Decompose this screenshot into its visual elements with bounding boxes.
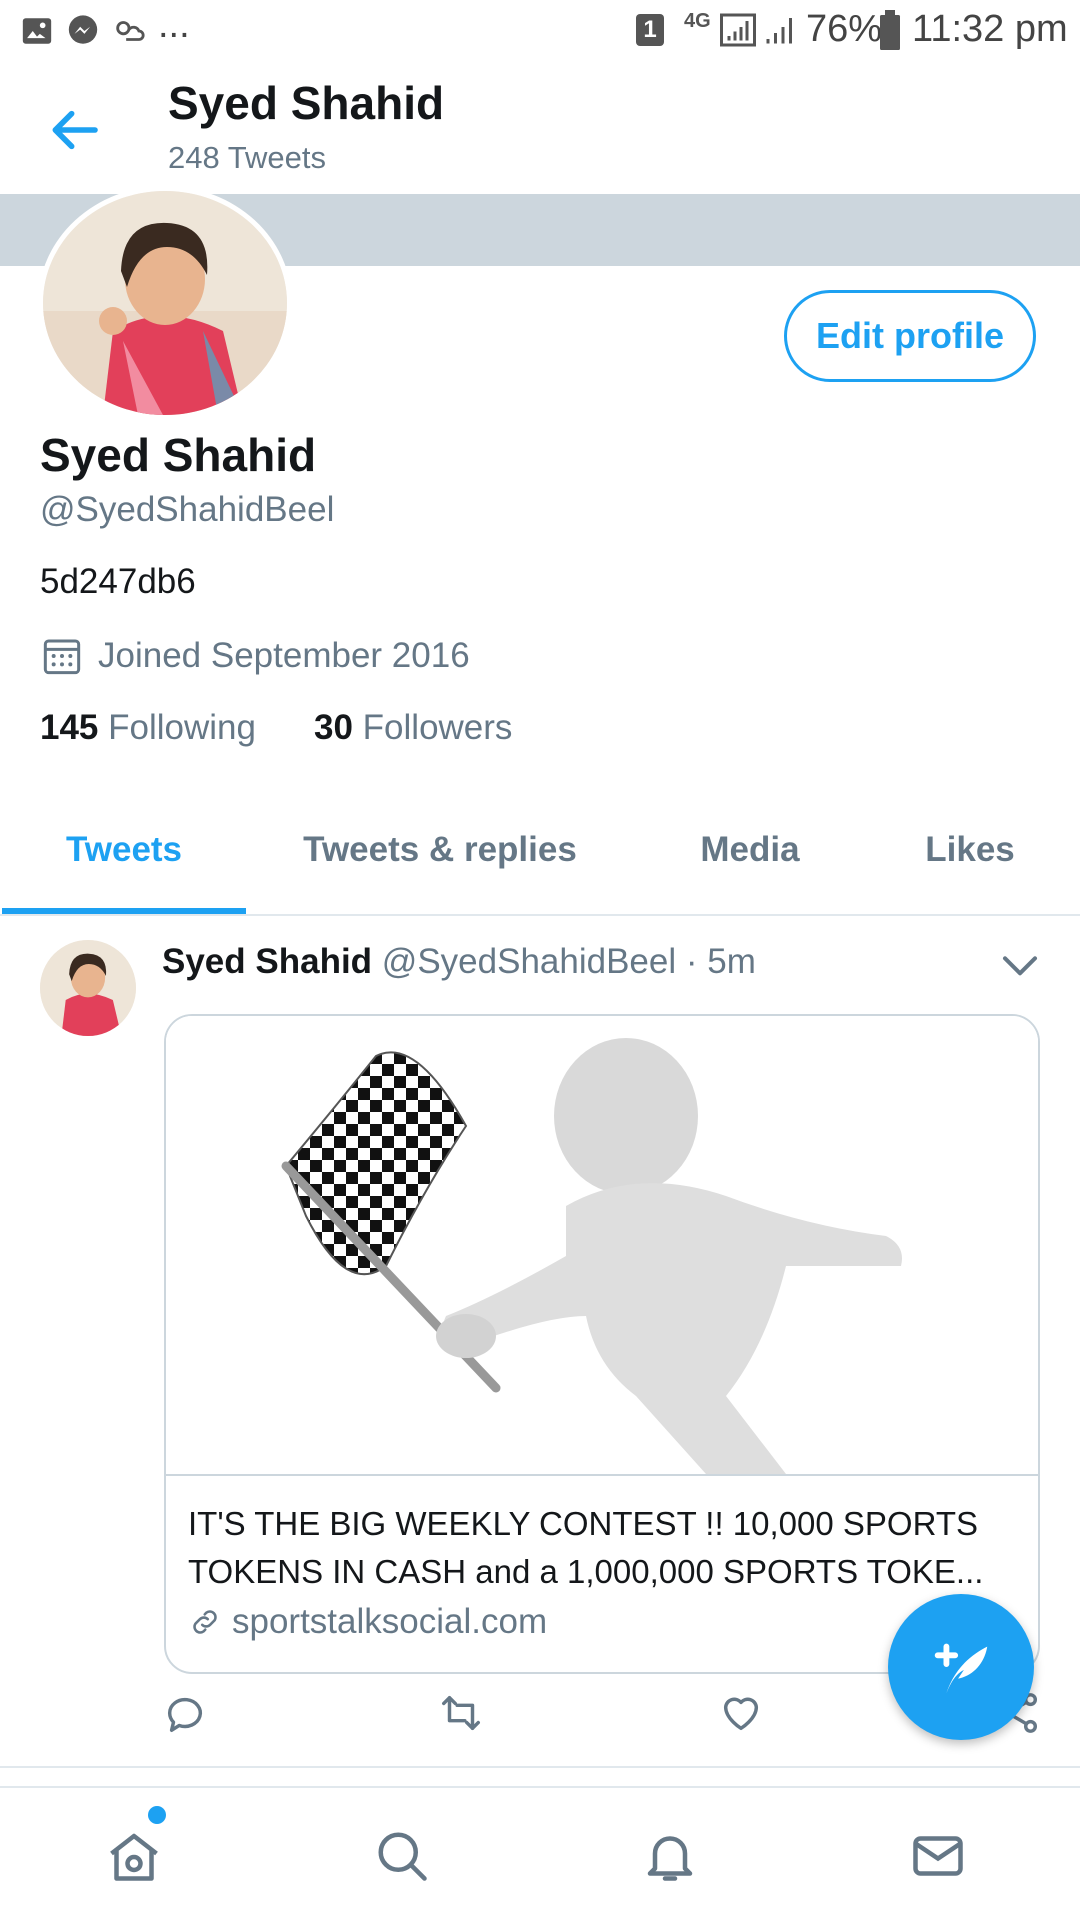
- weather-icon: [116, 21, 145, 41]
- tweet-avatar[interactable]: [40, 940, 136, 1036]
- following-stat[interactable]: 145 Following: [40, 708, 256, 748]
- followers-count: 30: [314, 708, 353, 747]
- followers-stat[interactable]: 30 Followers: [314, 708, 512, 748]
- profile-name: Syed Shahid: [40, 429, 317, 481]
- profile-avatar[interactable]: [38, 186, 292, 420]
- sim-icon: 1: [636, 14, 664, 46]
- tweet-header: Syed Shahid @SyedShahidBeel · 5m: [162, 942, 756, 982]
- profile-tabs: Tweets Tweets & replies Media Likes: [0, 790, 1080, 916]
- back-arrow-icon[interactable]: [44, 102, 104, 158]
- tab-tweets-replies[interactable]: Tweets & replies: [270, 790, 610, 910]
- clock: 11:32 pm: [912, 8, 1068, 50]
- status-bar: ... 1 4G 76% 11:32 pm: [0, 0, 1080, 64]
- tweet-separator: ·: [685, 942, 698, 981]
- avatar-photo: [43, 191, 287, 415]
- reply-icon[interactable]: [162, 1690, 208, 1736]
- search-icon[interactable]: [372, 1826, 432, 1886]
- retweet-icon[interactable]: [438, 1690, 484, 1736]
- network-type: 4G: [684, 10, 711, 32]
- joined-date: Joined September 2016: [98, 636, 470, 675]
- compose-feather-icon: [934, 1643, 988, 1694]
- card-link: sportstalksocial.com: [188, 1602, 547, 1642]
- tweet-author-name[interactable]: Syed Shahid: [162, 942, 372, 981]
- card-domain: sportstalksocial.com: [232, 1602, 548, 1641]
- chevron-down-icon[interactable]: [1000, 950, 1040, 980]
- signal-icon: [720, 13, 756, 47]
- profile-handle: @SyedShahidBeel: [40, 490, 335, 529]
- active-tab-indicator: [2, 908, 246, 914]
- followers-label: Followers: [362, 708, 513, 747]
- notifications-bell-icon[interactable]: [640, 1826, 700, 1886]
- home-icon[interactable]: [104, 1826, 164, 1886]
- following-label: Following: [108, 708, 256, 747]
- more-notifications: ...: [158, 4, 190, 46]
- link-icon: [193, 1610, 217, 1634]
- battery-percent: 76%: [806, 8, 883, 50]
- tweet-divider: [0, 1766, 1080, 1768]
- compose-tweet-button[interactable]: [888, 1594, 1034, 1740]
- calendar-icon: [43, 639, 81, 675]
- following-count: 145: [40, 708, 99, 747]
- home-notification-dot: [148, 1806, 166, 1824]
- tweet-avatar-photo: [40, 940, 136, 1036]
- tab-tweets[interactable]: Tweets: [2, 790, 246, 910]
- image-icon: [22, 18, 52, 44]
- header-tweet-count: 248 Tweets: [168, 140, 326, 175]
- card-title: IT'S THE BIG WEEKLY CONTEST !! 10,000 SP…: [188, 1505, 984, 1590]
- messenger-icon: [68, 15, 98, 44]
- tweet-author-handle[interactable]: @SyedShahidBeel: [382, 942, 676, 981]
- signal-2-icon: [766, 18, 792, 44]
- battery-icon: [880, 10, 900, 50]
- header-name: Syed Shahid: [168, 77, 445, 129]
- profile-header: Syed Shahid 248 Tweets: [0, 64, 1080, 196]
- messages-envelope-icon[interactable]: [908, 1826, 968, 1886]
- tweet-time: 5m: [707, 942, 756, 981]
- like-icon[interactable]: [718, 1690, 764, 1736]
- card-image: [166, 1016, 1038, 1476]
- tab-media[interactable]: Media: [660, 790, 840, 910]
- tab-likes[interactable]: Likes: [880, 790, 1060, 910]
- link-card[interactable]: IT'S THE BIG WEEKLY CONTEST !! 10,000 SP…: [164, 1014, 1040, 1674]
- bottom-nav: [0, 1786, 1080, 1922]
- edit-profile-button[interactable]: Edit profile: [784, 290, 1036, 382]
- profile-bio: 5d247db6: [40, 562, 196, 601]
